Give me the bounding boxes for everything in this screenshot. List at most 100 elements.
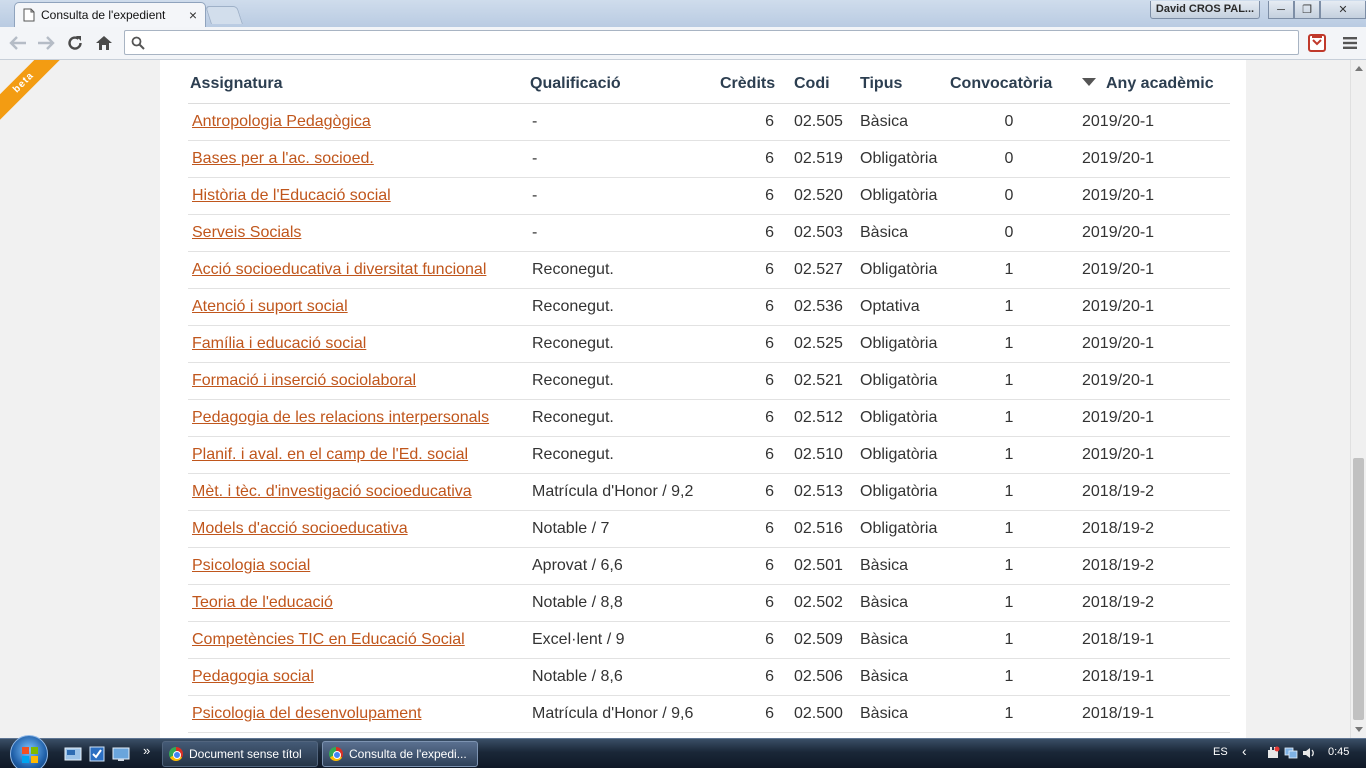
grade-cell: Reconegut.: [528, 362, 718, 400]
beta-ribbon: beta: [0, 60, 60, 120]
forward-button[interactable]: [34, 31, 58, 55]
header-type[interactable]: Tipus: [854, 65, 948, 104]
credits-cell: 6: [718, 214, 788, 252]
year-cell: 2018/19-2: [1070, 473, 1230, 511]
grades-table: Assignatura Qualificació Crèdits Codi Ti…: [188, 65, 1230, 733]
task-switcher-icon[interactable]: [88, 745, 106, 763]
table-row: Planif. i aval. en el camp de l'Ed. soci…: [188, 436, 1230, 474]
code-cell: 02.500: [788, 695, 854, 733]
subject-link[interactable]: Formació i inserció sociolaboral: [192, 372, 416, 389]
browser-tab-active[interactable]: Consulta de l'expedient ×: [14, 2, 206, 27]
credits-cell: 6: [718, 103, 788, 141]
subject-link[interactable]: Família i educació social: [192, 335, 366, 352]
header-subject[interactable]: Assignatura: [188, 65, 528, 104]
subject-link[interactable]: Psicologia del desenvolupament: [192, 705, 421, 722]
subject-link[interactable]: Pedagogia social: [192, 668, 314, 685]
home-button[interactable]: [92, 31, 116, 55]
code-cell: 02.505: [788, 103, 854, 141]
extension-icon[interactable]: [1307, 33, 1327, 53]
subject-link[interactable]: Atenció i suport social: [192, 298, 348, 315]
type-cell: Bàsica: [854, 658, 948, 696]
grade-cell: Notable / 7: [528, 510, 718, 548]
scroll-down-icon: [1355, 727, 1363, 732]
reload-icon: [68, 36, 82, 50]
tab-close-icon[interactable]: ×: [189, 8, 197, 22]
subject-cell: Psicologia social: [188, 547, 528, 585]
subject-cell: Serveis Socials: [188, 214, 528, 252]
subject-link[interactable]: Models d'acció socioeducativa: [192, 520, 408, 537]
subject-link[interactable]: Pedagogia de les relacions interpersonal…: [192, 409, 489, 426]
type-cell: Bàsica: [854, 621, 948, 659]
tray-expand-arrow[interactable]: ‹: [1242, 743, 1247, 759]
header-code[interactable]: Codi: [788, 65, 854, 104]
volume-icon[interactable]: [1302, 746, 1316, 760]
type-cell: Bàsica: [854, 584, 948, 622]
browser-menu-button[interactable]: [1340, 33, 1360, 53]
grade-cell: -: [528, 177, 718, 215]
scrollbar-thumb[interactable]: [1353, 458, 1364, 720]
tab-title: Consulta de l'expedient: [41, 8, 166, 22]
subject-link[interactable]: Psicologia social: [192, 557, 310, 574]
grade-cell: Reconegut.: [528, 436, 718, 474]
reload-button[interactable]: [63, 31, 87, 55]
sitting-cell: 1: [948, 547, 1070, 585]
table-row: Acció socioeducativa i diversitat funcio…: [188, 251, 1230, 289]
monitor-icon[interactable]: [112, 745, 130, 763]
subject-cell: Família i educació social: [188, 325, 528, 363]
type-cell: Obligatòria: [854, 177, 948, 215]
grade-cell: Matrícula d'Honor / 9,2: [528, 473, 718, 511]
vertical-scrollbar[interactable]: [1350, 60, 1366, 738]
grade-cell: Reconegut.: [528, 399, 718, 437]
start-button[interactable]: [10, 735, 48, 768]
header-credits[interactable]: Crèdits: [718, 65, 788, 104]
subject-link[interactable]: Serveis Socials: [192, 224, 301, 241]
quick-launch-more[interactable]: »: [143, 743, 150, 758]
taskbar-button-expedient[interactable]: Consulta de l'expedi...: [322, 741, 478, 767]
clock[interactable]: 0:45: [1328, 746, 1349, 758]
header-year-cell[interactable]: Any acadèmic: [1070, 65, 1230, 104]
restore-button[interactable]: ❐: [1294, 1, 1320, 19]
close-window-button[interactable]: ✕: [1320, 1, 1366, 19]
subject-link[interactable]: Antropologia Pedagògica: [192, 113, 371, 130]
beta-ribbon-container: beta: [0, 60, 60, 120]
scroll-up-button[interactable]: [1351, 60, 1366, 76]
minimize-button[interactable]: ─: [1268, 1, 1294, 19]
subject-cell: Models d'acció socioeducativa: [188, 510, 528, 548]
subject-link[interactable]: Història de l'Educació social: [192, 187, 391, 204]
table-row: Mèt. i tèc. d'investigació socioeducativ…: [188, 473, 1230, 511]
table-row: Competències TIC en Educació Social Excel…: [188, 621, 1230, 659]
sitting-cell: 1: [948, 288, 1070, 326]
subject-link[interactable]: Acció socioeducativa i diversitat funcio…: [192, 261, 486, 278]
header-sitting[interactable]: Convocatòria: [948, 65, 1070, 104]
credits-cell: 6: [718, 547, 788, 585]
network-icon[interactable]: [1284, 746, 1298, 760]
subject-link[interactable]: Competències TIC en Educació Social: [192, 631, 465, 648]
credits-cell: 6: [718, 658, 788, 696]
type-cell: Obligatòria: [854, 362, 948, 400]
year-cell: 2019/20-1: [1070, 251, 1230, 289]
new-tab-button[interactable]: [205, 6, 243, 24]
taskbar-button-document[interactable]: Document sense títol: [162, 741, 318, 767]
power-icon[interactable]: [1266, 746, 1280, 760]
language-indicator[interactable]: ES: [1213, 746, 1228, 758]
year-cell: 2019/20-1: [1070, 103, 1230, 141]
grades-table-body: Antropologia Pedagògica -6 02.505 Bàsica 0 20…: [188, 103, 1230, 733]
address-bar[interactable]: [124, 30, 1299, 55]
subject-link[interactable]: Teoria de l'educació: [192, 594, 333, 611]
windows-taskbar: » Document sense títol Consulta de l'exp…: [0, 735, 1366, 768]
header-grade[interactable]: Qualificació: [528, 65, 718, 104]
subject-link[interactable]: Mèt. i tèc. d'investigació socioeducativ…: [192, 483, 472, 500]
subject-cell: Planif. i aval. en el camp de l'Ed. soci…: [188, 436, 528, 474]
back-button[interactable]: [6, 31, 30, 55]
subject-link[interactable]: Planif. i aval. en el camp de l'Ed. soci…: [192, 446, 468, 463]
browser-tab-bar: Consulta de l'expedient × David CROS PAL…: [0, 0, 1366, 27]
scroll-down-button[interactable]: [1351, 722, 1366, 738]
user-profile-badge[interactable]: David CROS PAL...: [1150, 1, 1260, 19]
sort-desc-icon: [1082, 77, 1096, 86]
show-desktop-icon[interactable]: [64, 745, 82, 763]
chrome-icon: [329, 747, 343, 761]
address-input[interactable]: [151, 33, 1291, 52]
code-cell: 02.513: [788, 473, 854, 511]
subject-link[interactable]: Bases per a l'ac. socioed.: [192, 150, 374, 167]
table-row: Bases per a l'ac. socioed. -6 02.519 Obliga…: [188, 140, 1230, 178]
